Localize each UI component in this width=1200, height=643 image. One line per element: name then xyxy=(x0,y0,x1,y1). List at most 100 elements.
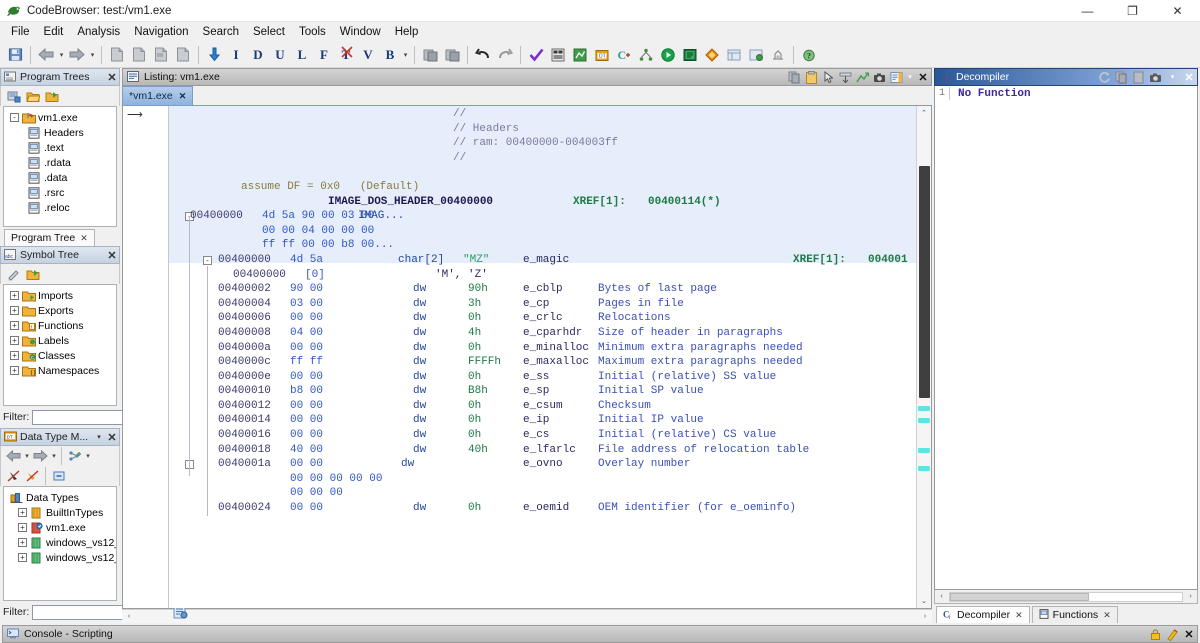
dtm-back-dropdown-icon[interactable]: ▾ xyxy=(23,452,31,460)
help-icon[interactable]: ? xyxy=(798,44,820,66)
down-arrow-icon[interactable] xyxy=(203,44,225,66)
dtm-forward-icon[interactable] xyxy=(31,447,50,465)
xref-value[interactable]: 00400114(*) xyxy=(648,195,721,210)
script-manager-icon[interactable] xyxy=(679,44,701,66)
program-tree-item-rsrc[interactable]: .rsrc xyxy=(4,185,116,200)
listing-row[interactable]: 00400002 90 00 dw 90h e_cblp Bytes of la… xyxy=(123,282,916,297)
bookmarks-icon[interactable] xyxy=(701,44,723,66)
data-type-manager-icon[interactable]: DT xyxy=(591,44,613,66)
listing-row[interactable]: 0040000e 00 00 dw 0h e_ss Initial (relat… xyxy=(123,370,916,385)
copy-listing-icon[interactable] xyxy=(128,44,150,66)
listing-row[interactable]: 00400004 03 00 dw 3h e_cp Pages in file xyxy=(123,297,916,312)
tab-program-tree[interactable]: Program Tree ✕ xyxy=(4,229,95,246)
symbol-tree-close-button[interactable]: ✕ xyxy=(105,249,119,262)
byte-viewer-icon[interactable]: B xyxy=(379,44,401,66)
listing-row[interactable]: 00400008 04 00 dw 4h e_cparhdr Size of h… xyxy=(123,326,916,341)
decompiler-close-button[interactable]: ✕ xyxy=(1181,71,1197,84)
dtm-new-category-icon[interactable] xyxy=(65,447,84,465)
refresh-decompiler-icon[interactable] xyxy=(1096,69,1113,86)
vertical-icon[interactable]: V xyxy=(357,44,379,66)
windows-vs12-32-expander[interactable]: + xyxy=(18,538,27,547)
program-tree-root[interactable]: - vm1.exe xyxy=(4,110,116,125)
listing-row[interactable]: 0040001a 00 00 dw e_ovno Overlay number xyxy=(123,457,916,472)
namespaces-expander[interactable]: + xyxy=(10,366,19,375)
classes-expander[interactable]: + xyxy=(10,351,19,360)
dtm-filter-pointers-icon[interactable] xyxy=(4,467,23,485)
menu-file[interactable]: File xyxy=(4,24,37,40)
export-c-icon[interactable] xyxy=(1130,69,1147,86)
paste-listing-icon[interactable] xyxy=(150,44,172,66)
bookmark-marker[interactable] xyxy=(918,406,930,411)
listing-row[interactable]: 00400018 40 00 dw 40h e_lfarlc File addr… xyxy=(123,443,916,458)
listing-vertical-scrollbar[interactable]: ⌃ ⌄ xyxy=(916,106,931,608)
listing-row[interactable]: 00400014 00 00 dw 0h e_ip Initial IP val… xyxy=(123,413,916,428)
data-type-manager-menu-icon[interactable]: ▾ xyxy=(93,433,105,441)
bookmark-marker[interactable] xyxy=(918,466,930,471)
symbol-tree-item-classes[interactable]: + C Classes xyxy=(4,348,116,363)
back-arrow-icon[interactable] xyxy=(35,44,57,66)
function-graph-icon[interactable] xyxy=(569,44,591,66)
listing-row[interactable]: 00 00 04 00 00 00 xyxy=(123,224,916,239)
listing-row[interactable]: IMAGE_DOS_HEADER_00400000 XREF[1]: 00400… xyxy=(123,195,916,210)
clone-window-icon[interactable] xyxy=(172,44,194,66)
close-button[interactable]: ✕ xyxy=(1155,0,1200,22)
listing-tab-close[interactable]: ✕ xyxy=(179,91,187,102)
data-type-item-windows-vs12-32[interactable]: + windows_vs12_32 xyxy=(4,535,116,550)
listing-row[interactable]: // ram: 00400000-004003ff xyxy=(123,136,916,151)
cursor-toggle-icon[interactable] xyxy=(820,69,837,86)
instruction-icon[interactable]: I xyxy=(225,44,247,66)
redo-icon[interactable] xyxy=(494,44,516,66)
snapshot-decompiler-icon[interactable] xyxy=(1147,69,1164,86)
open-folder-icon[interactable] xyxy=(23,87,42,105)
auto-analyze-checkmark-icon[interactable] xyxy=(525,44,547,66)
listing-row[interactable]: assume DF = 0x0 (Default) xyxy=(123,180,916,195)
scroll-right-button[interactable]: › xyxy=(918,613,932,620)
data-type-item-windows-vs12-64[interactable]: + windows_vs12_64 xyxy=(4,550,116,565)
lock-console-icon[interactable] xyxy=(1147,626,1164,643)
memory-map-icon[interactable] xyxy=(547,44,569,66)
data-icon[interactable]: D xyxy=(247,44,269,66)
menu-help[interactable]: Help xyxy=(388,24,426,40)
edit-fields-icon[interactable] xyxy=(888,69,905,86)
dtm-new-dropdown-icon[interactable]: ▾ xyxy=(84,452,92,460)
listing-document-tab[interactable]: *vm1.exe ✕ xyxy=(122,86,193,105)
clear-flow-icon[interactable]: T xyxy=(335,44,357,66)
root-expander[interactable]: - xyxy=(10,113,19,122)
copy-icon[interactable] xyxy=(786,69,803,86)
data-types-root[interactable]: Data Types xyxy=(4,490,116,505)
decompiler-scroll-trough[interactable] xyxy=(949,592,1183,602)
snapshot-icon[interactable] xyxy=(106,44,128,66)
decompiler-code-view[interactable]: 1 No Function xyxy=(934,86,1198,590)
decompiler-scroll-thumb[interactable] xyxy=(950,593,1089,601)
builtintypes-expander[interactable]: + xyxy=(18,508,27,517)
c-parser-icon[interactable]: C xyxy=(613,44,635,66)
symbol-tree-item-exports[interactable]: + Exports xyxy=(4,303,116,318)
listing-label[interactable]: IMAGE_DOS_HEADER_00400000 xyxy=(328,195,493,210)
listing-row[interactable]: 00 00 00 xyxy=(123,486,916,501)
listing-row[interactable]: 00400012 00 00 dw 0h e_csum Checksum xyxy=(123,399,916,414)
program-tree-view[interactable]: - vm1.exe Headers .text xyxy=(3,106,117,227)
listing-row[interactable]: 00400024 00 00 dw 0h e_oemid OEM identif… xyxy=(123,501,916,516)
menu-navigation[interactable]: Navigation xyxy=(127,24,195,40)
symbol-tree-item-functions[interactable]: + f Functions xyxy=(4,318,116,333)
save-icon[interactable] xyxy=(4,44,26,66)
tab-functions[interactable]: Functions ✕ xyxy=(1032,606,1118,623)
minimize-button[interactable]: — xyxy=(1065,0,1110,22)
program-tree-item-reloc[interactable]: .reloc xyxy=(4,200,116,215)
listing-row[interactable]: // Headers xyxy=(123,122,916,137)
listing-row[interactable]: - 00400000 4d 5a char[2] "MZ" e_magic XR… xyxy=(123,253,916,268)
clear-console-icon[interactable] xyxy=(1164,626,1181,643)
console-close-button[interactable]: ✕ xyxy=(1181,628,1197,641)
row-expander[interactable]: - xyxy=(203,256,212,265)
edit-fields-dropdown-icon[interactable]: ▾ xyxy=(905,69,915,86)
listing-scroll-thumb[interactable] xyxy=(919,166,930,398)
dtm-filter-arrays-icon[interactable] xyxy=(23,467,42,485)
listing-close-button[interactable]: ✕ xyxy=(915,71,931,84)
byte-viewer-dropdown-icon[interactable]: ▾ xyxy=(401,44,410,66)
back-dropdown-icon[interactable]: ▾ xyxy=(57,44,66,66)
data-type-item-builtintypes[interactable]: + BuiltInTypes xyxy=(4,505,116,520)
program-tree-item-rdata[interactable]: .rdata xyxy=(4,155,116,170)
program-trees-close-button[interactable]: ✕ xyxy=(105,71,119,84)
flow-arrows-icon[interactable] xyxy=(854,69,871,86)
menu-search[interactable]: Search xyxy=(196,24,246,40)
